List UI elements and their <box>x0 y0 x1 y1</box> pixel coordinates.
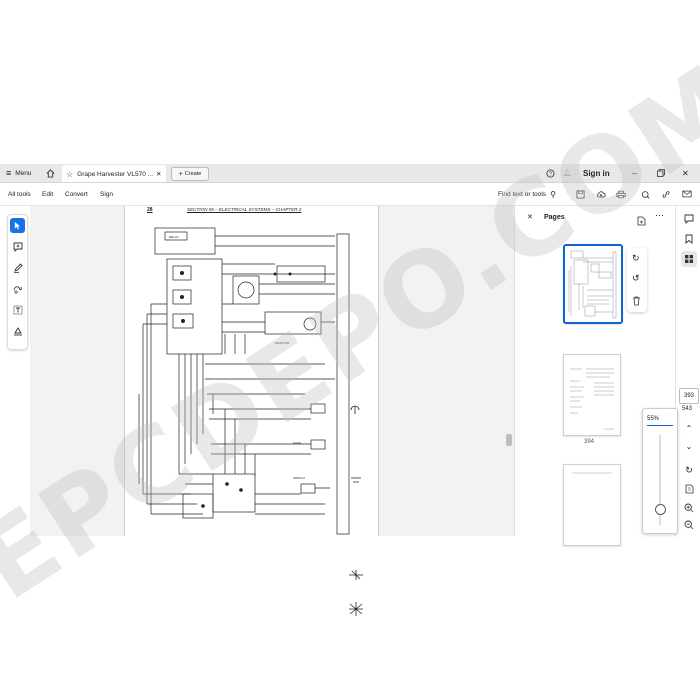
find-user-icon[interactable] <box>641 183 651 205</box>
fill-sign-icon[interactable] <box>10 323 25 338</box>
page-thumbnail-393[interactable] <box>563 244 623 324</box>
page-thumbnail-395[interactable] <box>563 464 621 546</box>
svg-text:?: ? <box>549 171 552 177</box>
more-options-icon[interactable]: ⋯ <box>655 210 664 221</box>
home-icon[interactable] <box>46 164 55 182</box>
right-rail: 393 543 ⌃ ⌄ ↻ <box>675 206 700 536</box>
current-page-input[interactable]: 393 <box>679 388 699 404</box>
restore-icon[interactable] <box>657 164 665 182</box>
title-bar: ≡ Menu ☆ Grape Harvester VL570 ... ✕ + C… <box>0 164 700 183</box>
document-page: 28 SECTION 55 – ELECTRICAL SYSTEMS – CHA… <box>124 206 379 536</box>
close-panel-icon[interactable]: ✕ <box>527 213 533 221</box>
star-icon[interactable]: ☆ <box>66 170 73 179</box>
page-thumbnail-394[interactable] <box>563 354 621 436</box>
zoom-popover: 55% <box>642 408 678 534</box>
text-box-icon[interactable] <box>10 302 25 317</box>
thumbnail-label-394: 394 <box>584 439 595 445</box>
close-tab-icon[interactable]: ✕ <box>156 165 161 183</box>
create-label: Create <box>184 171 202 177</box>
plus-icon: + <box>178 170 183 178</box>
sign-in-button[interactable]: Sign in <box>583 164 610 182</box>
comment-panel-icon[interactable] <box>681 211 697 227</box>
print-icon[interactable] <box>616 183 626 205</box>
svg-text:FUSE: FUSE <box>293 441 301 445</box>
svg-text:MONITOR: MONITOR <box>275 341 290 345</box>
create-button[interactable]: + Create <box>171 167 209 181</box>
close-window-icon[interactable]: ✕ <box>682 164 689 182</box>
help-icon[interactable]: ? <box>546 164 555 182</box>
chevron-down-icon[interactable]: ⌄ <box>681 438 697 454</box>
menu-sign[interactable]: Sign <box>100 183 113 205</box>
save-icon[interactable] <box>576 183 585 205</box>
zoom-in-icon[interactable] <box>681 500 697 516</box>
add-comment-icon[interactable] <box>10 239 25 254</box>
zoom-out-icon[interactable] <box>681 517 697 533</box>
menu-convert[interactable]: Convert <box>65 183 88 205</box>
fit-page-icon[interactable] <box>681 481 697 497</box>
svg-text:RELAY: RELAY <box>169 235 179 239</box>
thumbnail-partial-image <box>572 472 612 474</box>
zoom-input[interactable]: 55% <box>647 413 673 426</box>
find-button[interactable]: Find text or tools ⚲ <box>498 183 556 205</box>
thumbnail-diagram-image <box>568 250 617 319</box>
menu-label: Menu <box>15 169 32 177</box>
hamburger-icon: ≡ <box>6 168 12 178</box>
pages-panel-title: Pages <box>544 214 565 221</box>
mail-icon[interactable] <box>682 183 692 205</box>
toolbar: All tools Edit Convert Sign Find text or… <box>0 183 700 206</box>
insert-page-icon[interactable] <box>637 213 646 231</box>
page-number-text: 28 <box>147 207 153 213</box>
minimize-icon[interactable]: – <box>632 164 637 182</box>
vertical-scrollbar[interactable] <box>505 206 513 536</box>
select-cursor-icon[interactable] <box>10 218 25 233</box>
rotate-counterclockwise-icon[interactable]: ↺ <box>632 273 640 284</box>
tab-title: Grape Harvester VL570 ... <box>77 170 154 178</box>
zoom-slider-handle[interactable] <box>655 504 666 515</box>
app-window: ≡ Menu ☆ Grape Harvester VL570 ... ✕ + C… <box>0 40 700 624</box>
scrollbar-thumb[interactable] <box>506 434 512 446</box>
upload-cloud-icon[interactable] <box>596 183 606 205</box>
find-label: Find text or tools <box>498 190 547 198</box>
chevron-up-icon[interactable]: ⌃ <box>681 420 697 436</box>
diagram-symbols <box>349 405 363 616</box>
delete-page-icon[interactable] <box>632 293 641 311</box>
document-tab[interactable]: ☆ Grape Harvester VL570 ... ✕ <box>62 165 166 182</box>
pages-grid-icon[interactable] <box>681 251 697 267</box>
highlight-pen-icon[interactable] <box>10 260 25 275</box>
thumbnail-text-image <box>570 368 614 430</box>
left-toolbar <box>7 214 28 350</box>
wiring-diagram: RELAY MONITOR FUSE SWITCH <box>138 227 350 535</box>
menu-edit[interactable]: Edit <box>42 183 53 205</box>
rotate-clockwise-icon[interactable]: ↻ <box>632 253 640 264</box>
bell-icon[interactable]: 🔔︎ <box>563 164 571 182</box>
menu-button[interactable]: ≡ Menu <box>6 164 32 182</box>
freehand-draw-icon[interactable] <box>10 281 25 296</box>
svg-text:SWITCH: SWITCH <box>293 476 305 480</box>
bookmark-panel-icon[interactable] <box>681 231 697 247</box>
search-icon: ⚲ <box>550 189 556 199</box>
menu-all-tools[interactable]: All tools <box>8 183 31 205</box>
thumbnail-actions: ↻ ↺ <box>627 248 647 312</box>
link-icon[interactable] <box>661 183 671 205</box>
page-header-text: SECTION 55 – ELECTRICAL SYSTEMS – CHAPTE… <box>187 207 302 212</box>
rotate-view-icon[interactable]: ↻ <box>681 462 697 478</box>
total-pages-text: 543 <box>682 406 693 412</box>
